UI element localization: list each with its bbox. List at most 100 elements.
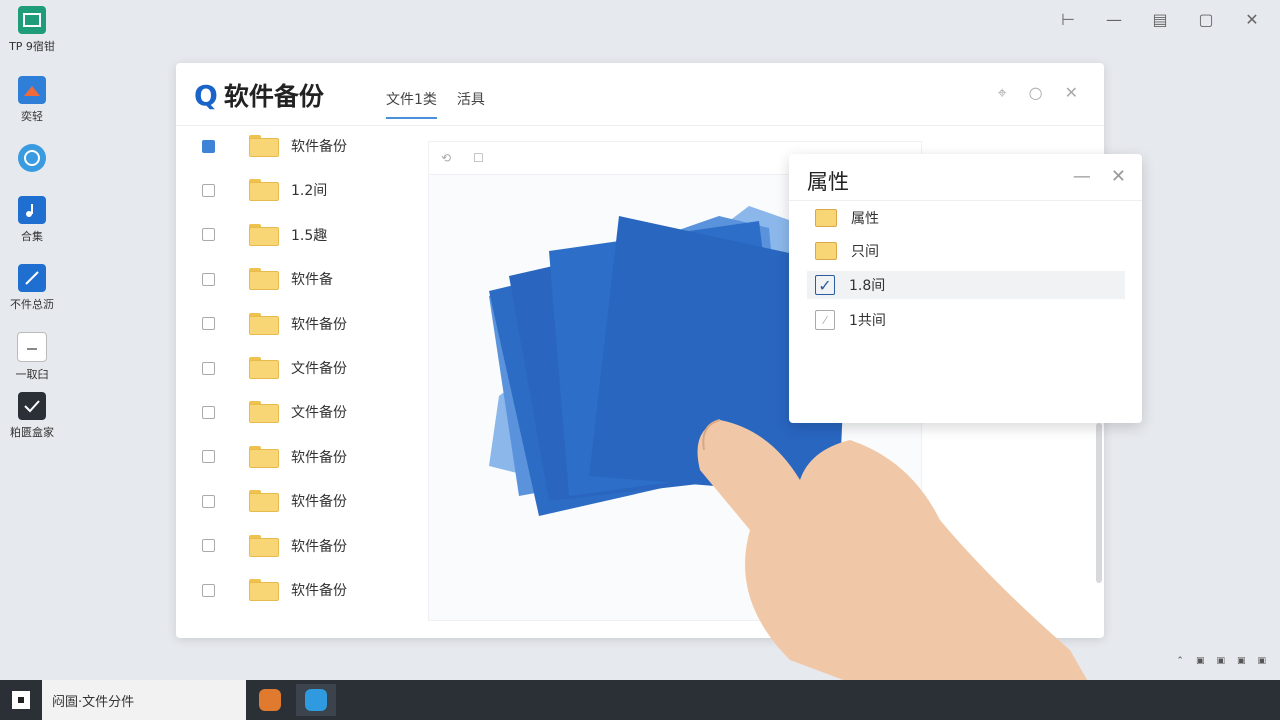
checkbox[interactable] [202, 272, 215, 286]
minimize-icon[interactable]: — [1073, 166, 1091, 187]
file-row[interactable]: 1.5趣 [202, 220, 402, 250]
checkbox[interactable] [202, 450, 215, 464]
blue-chat-app-icon [305, 689, 327, 711]
dialog-divider [789, 200, 1142, 201]
file-name: 软件备份 [291, 583, 347, 599]
folder-icon [249, 445, 279, 468]
hand-illustration [697, 419, 1110, 720]
file-name: 软件备 [291, 272, 333, 289]
file-row[interactable]: 文件备份 [202, 397, 402, 427]
checkbox-icon[interactable]: ⁄ [815, 310, 835, 330]
desktop-icon-7[interactable]: 粕匮盒家 [4, 392, 60, 440]
checkbox[interactable] [202, 494, 215, 508]
checkbox[interactable] [202, 317, 215, 331]
refresh-icon[interactable]: ⟲ [441, 151, 451, 165]
system-buttons: ⊢ — ▤ ▢ ✕ [1058, 10, 1262, 29]
file-row[interactable]: 软件备份 [202, 309, 402, 339]
desktop-icon-label: 一取臼 [15, 368, 49, 381]
file-name: 文件备份 [291, 361, 347, 377]
start-button[interactable] [12, 691, 30, 709]
close-icon[interactable]: ✕ [1065, 83, 1078, 103]
file-name: 软件备份 [291, 494, 347, 511]
property-label: 只间 [851, 244, 879, 260]
checkbox-checked-icon[interactable]: ✓ [815, 275, 835, 295]
close-icon[interactable]: ✕ [1242, 10, 1262, 29]
desktop-icon-label: 粕匮盒家 [10, 426, 54, 439]
taskbar-search[interactable]: 闷圄·文件分件 [42, 680, 246, 720]
file-name: 文件备份 [291, 405, 347, 422]
checkbox[interactable] [202, 405, 215, 419]
properties-dialog: 属性 — ✕ 属性 只间 ✓ 1.8间 ⁄ 1共间 [789, 154, 1142, 423]
window-title: Q 软件备份 [194, 77, 324, 113]
property-item[interactable]: 只间 [807, 237, 1125, 265]
window-controls: ⌖ ○ ✕ [998, 83, 1078, 103]
property-item[interactable]: ⁄ 1共间 [807, 306, 1125, 334]
property-item[interactable]: 属性 [807, 204, 1125, 232]
desktop-icon-4[interactable]: 合集 [4, 196, 60, 244]
checkbox[interactable] [202, 361, 215, 375]
folder-icon [249, 179, 279, 202]
desktop-icon-6[interactable]: 一取臼 [4, 332, 60, 382]
tray-icon[interactable]: ▣ [1257, 656, 1266, 666]
browser-globe-icon [18, 144, 46, 172]
folder-icon [815, 209, 837, 227]
file-row[interactable]: 软件备份 [202, 131, 402, 161]
property-item-selected[interactable]: ✓ 1.8间 [807, 271, 1125, 299]
start-icon [18, 697, 24, 703]
taskbar-app-active[interactable] [296, 684, 336, 716]
property-label: 1共间 [849, 313, 886, 329]
maximize-icon[interactable]: ▢ [1196, 10, 1216, 29]
folder-icon [249, 223, 279, 246]
desktop-icon-label: TP 9宿钳 [9, 40, 55, 53]
folder-icon [249, 534, 279, 557]
file-row[interactable]: 文件备份 [202, 353, 402, 383]
music-app-icon [18, 196, 46, 224]
desktop-icon-2[interactable]: 奕轻 [4, 76, 60, 124]
file-row[interactable]: 软件备份 [202, 575, 402, 605]
tray-icon[interactable]: ▣ [1216, 656, 1225, 666]
desktop-icon-3[interactable] [4, 144, 60, 176]
dialog-controls: — ✕ [1073, 166, 1126, 187]
file-row[interactable]: 软件备份 [202, 486, 402, 516]
desktop-icon-1[interactable]: TP 9宿钳 [4, 6, 60, 54]
checkbox[interactable] [202, 539, 215, 553]
folder-icon [249, 357, 279, 379]
file-row[interactable]: 软件备份 [202, 531, 402, 561]
desktop-icon-label: 不件总沥 [10, 298, 54, 311]
file-row[interactable]: 1.2间 [202, 175, 402, 205]
minimize-icon[interactable]: — [1104, 10, 1124, 29]
tray-icon[interactable]: ⌃ [1176, 656, 1184, 666]
circle-icon[interactable]: ○ [1029, 83, 1043, 103]
folder-icon [249, 490, 279, 513]
pin-icon[interactable]: ⊢ [1058, 10, 1078, 29]
file-name: 软件备份 [291, 139, 347, 155]
checkbox-checked[interactable] [202, 139, 215, 153]
file-name: 软件备份 [291, 449, 347, 466]
file-row[interactable]: 软件备份 [202, 442, 402, 472]
tab-tools[interactable]: 活具 [457, 89, 485, 119]
orange-app-icon [259, 689, 281, 711]
checkbox[interactable] [202, 228, 215, 242]
property-label: 1.8间 [849, 278, 886, 294]
tray-icon[interactable]: ▣ [1237, 656, 1246, 666]
tab-bar: 文件1类 活具 [386, 89, 485, 119]
checkbox[interactable] [202, 583, 215, 597]
taskbar-app[interactable] [250, 684, 290, 716]
checkbox[interactable] [202, 183, 215, 197]
desktop-icon-label: 合集 [21, 230, 43, 243]
desktop-icon-5[interactable]: 不件总沥 [4, 264, 60, 312]
folder-icon [815, 242, 837, 260]
file-name: 1.2间 [291, 183, 328, 200]
page-title: 软件备份 [223, 82, 324, 111]
square-icon[interactable]: ☐ [473, 151, 484, 165]
file-row[interactable]: 软件备 [202, 264, 402, 294]
restore-icon[interactable]: ▤ [1150, 10, 1170, 29]
pin-icon[interactable]: ⌖ [998, 83, 1007, 103]
close-icon[interactable]: ✕ [1111, 166, 1126, 187]
tab-files[interactable]: 文件1类 [386, 89, 437, 119]
desktop-icon-label: 奕轻 [21, 110, 43, 123]
folder-icon [249, 268, 279, 291]
tray-icon[interactable]: ▣ [1196, 656, 1205, 666]
document-icon [17, 332, 47, 362]
taskbar: 闷圄·文件分件 [0, 680, 1280, 720]
